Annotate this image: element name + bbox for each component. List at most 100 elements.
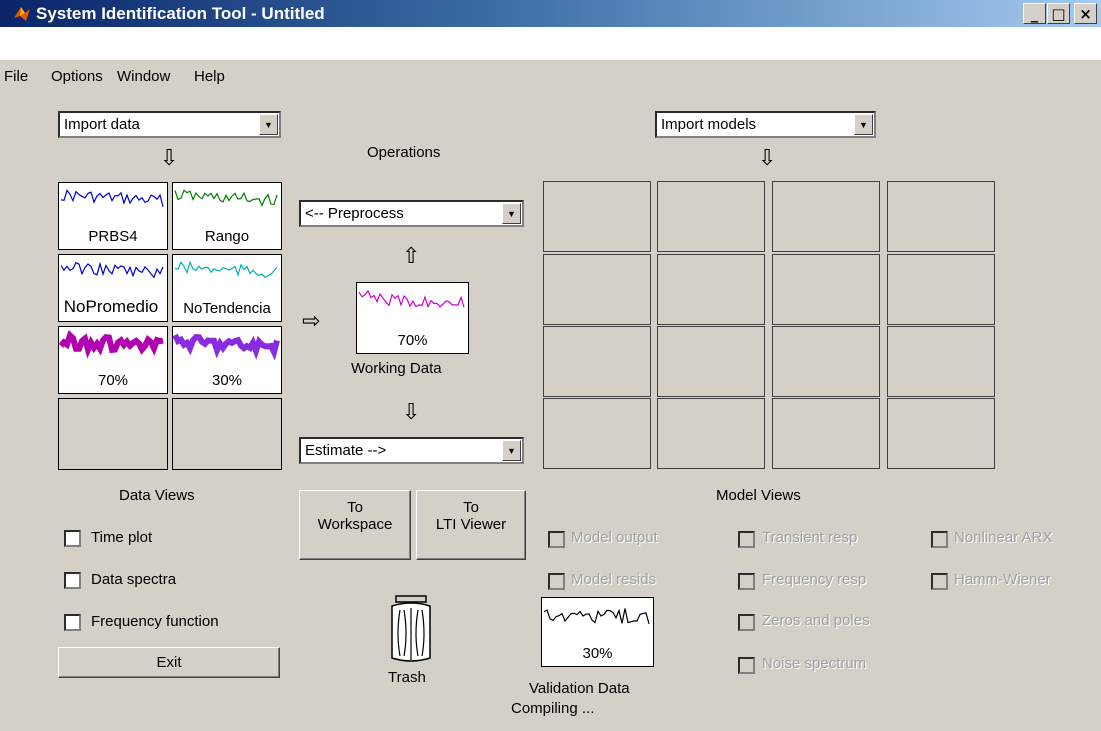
empty-model-slot[interactable]: [887, 398, 995, 469]
data-tile-label: PRBS4: [88, 228, 138, 245]
data-tile-label: Rango: [204, 228, 250, 245]
model-output-checkbox[interactable]: [548, 531, 565, 548]
transient-resp-label: Transient resp: [762, 529, 858, 546]
data-tile-70[interactable]: 70%: [58, 326, 168, 394]
close-button[interactable]: ×: [1074, 3, 1097, 24]
model-resids-checkbox[interactable]: [548, 573, 565, 590]
maximize-button[interactable]: □: [1047, 3, 1070, 24]
data-tile-label: 70%: [97, 372, 129, 389]
model-resids-label: Model resids: [571, 571, 657, 588]
signal-plot-icon: [59, 330, 164, 359]
zeros-poles-label: Zeros and poles: [762, 612, 870, 629]
hamm-wiener-label: Hamm-Wiener: [954, 571, 1051, 588]
title-gap: [0, 27, 1101, 60]
import-models-select[interactable]: Import models ▼: [655, 111, 876, 138]
maximize-icon: □: [1051, 4, 1066, 23]
menu-options[interactable]: Options: [51, 68, 103, 85]
trash-icon[interactable]: [386, 594, 436, 666]
up-arrow-icon: ⇧: [402, 244, 421, 269]
signal-plot-icon: [60, 261, 164, 279]
estimate-select[interactable]: Estimate --> ▼: [299, 437, 524, 464]
validation-data-label: 30%: [582, 645, 613, 662]
zeros-poles-checkbox[interactable]: [738, 614, 755, 631]
empty-model-slot[interactable]: [543, 254, 651, 325]
empty-model-slot[interactable]: [657, 398, 765, 469]
signal-plot-icon: [60, 188, 164, 207]
to-workspace-line1: To: [347, 499, 363, 516]
data-tile-30[interactable]: 30%: [172, 326, 282, 394]
time-plot-label: Time plot: [91, 529, 153, 546]
model-output-label: Model output: [571, 529, 658, 546]
menu-window[interactable]: Window: [117, 68, 170, 85]
menu-help[interactable]: Help: [194, 68, 225, 85]
to-workspace-line2: Workspace: [317, 516, 393, 533]
frequency-function-checkbox[interactable]: [64, 614, 81, 631]
empty-data-slot[interactable]: [58, 398, 168, 470]
estimate-value: Estimate -->: [305, 442, 387, 459]
frequency-resp-checkbox[interactable]: [738, 573, 755, 590]
to-lti-line2: LTI Viewer: [435, 516, 507, 533]
empty-model-slot[interactable]: [543, 398, 651, 469]
noise-spectrum-checkbox[interactable]: [738, 657, 755, 674]
empty-model-slot[interactable]: [772, 326, 880, 397]
signal-plot-icon: [543, 608, 650, 625]
data-tile-label: NoPromedio: [63, 297, 159, 316]
title-bar: System Identification Tool - Untitled _ …: [0, 0, 1101, 27]
empty-model-slot[interactable]: [772, 398, 880, 469]
data-tile-rango[interactable]: Rango: [172, 182, 282, 250]
model-views-title: Model Views: [716, 487, 801, 504]
preprocess-value: <-- Preprocess: [305, 205, 404, 222]
empty-model-slot[interactable]: [657, 181, 765, 252]
signal-plot-icon: [173, 333, 280, 361]
to-workspace-button[interactable]: To Workspace: [299, 490, 411, 560]
empty-model-slot[interactable]: [887, 181, 995, 252]
frequency-function-label: Frequency function: [91, 613, 219, 630]
data-tile-label: NoTendencia: [183, 300, 271, 317]
exit-label: Exit: [156, 654, 182, 671]
exit-button[interactable]: Exit: [58, 647, 280, 678]
empty-model-slot[interactable]: [657, 326, 765, 397]
working-data-caption: Working Data: [351, 360, 442, 377]
import-data-select[interactable]: Import data ▼: [58, 111, 281, 138]
import-models-value: Import models: [661, 116, 757, 133]
down-arrow-icon: ⇩: [160, 146, 179, 171]
preprocess-select[interactable]: <-- Preprocess ▼: [299, 200, 524, 227]
chevron-down-icon[interactable]: ▼: [502, 440, 521, 461]
chevron-down-icon[interactable]: ▼: [502, 203, 521, 224]
validation-data-caption: Validation Data: [529, 680, 630, 697]
empty-model-slot[interactable]: [772, 254, 880, 325]
signal-plot-icon: [174, 260, 278, 279]
minimize-button[interactable]: _: [1023, 3, 1046, 24]
empty-model-slot[interactable]: [657, 254, 765, 325]
hamm-wiener-checkbox[interactable]: [931, 573, 948, 590]
matlab-logo-icon: [14, 7, 30, 21]
chevron-down-icon[interactable]: ▼: [854, 114, 873, 135]
chevron-down-icon[interactable]: ▼: [259, 114, 278, 135]
empty-model-slot[interactable]: [543, 181, 651, 252]
signal-plot-icon: [358, 289, 465, 309]
data-tile-nopromedio[interactable]: NoPromedio: [58, 254, 168, 322]
empty-model-slot[interactable]: [543, 326, 651, 397]
working-data-tile[interactable]: 70%: [356, 282, 469, 354]
validation-data-tile[interactable]: 30%: [541, 597, 654, 667]
data-spectra-checkbox[interactable]: [64, 572, 81, 589]
menu-file[interactable]: File: [4, 68, 28, 85]
signal-plot-icon: [174, 189, 278, 208]
operations-title: Operations: [367, 144, 441, 161]
empty-model-slot[interactable]: [772, 181, 880, 252]
time-plot-checkbox[interactable]: [64, 530, 81, 547]
empty-data-slot[interactable]: [172, 398, 282, 470]
to-lti-viewer-button[interactable]: To LTI Viewer: [416, 490, 526, 560]
empty-model-slot[interactable]: [887, 326, 995, 397]
minimize-icon: _: [1030, 4, 1039, 23]
empty-model-slot[interactable]: [887, 254, 995, 325]
data-tile-notendencia[interactable]: NoTendencia: [172, 254, 282, 322]
nonlinear-arx-checkbox[interactable]: [931, 531, 948, 548]
down-arrow-icon: ⇩: [402, 400, 421, 425]
data-views-title: Data Views: [119, 487, 195, 504]
nonlinear-arx-label: Nonlinear ARX: [954, 529, 1053, 546]
status-text: Compiling ...: [511, 700, 595, 717]
data-tile-prbs4[interactable]: PRBS4: [58, 182, 168, 250]
data-tile-label: 30%: [211, 372, 243, 389]
transient-resp-checkbox[interactable]: [738, 531, 755, 548]
